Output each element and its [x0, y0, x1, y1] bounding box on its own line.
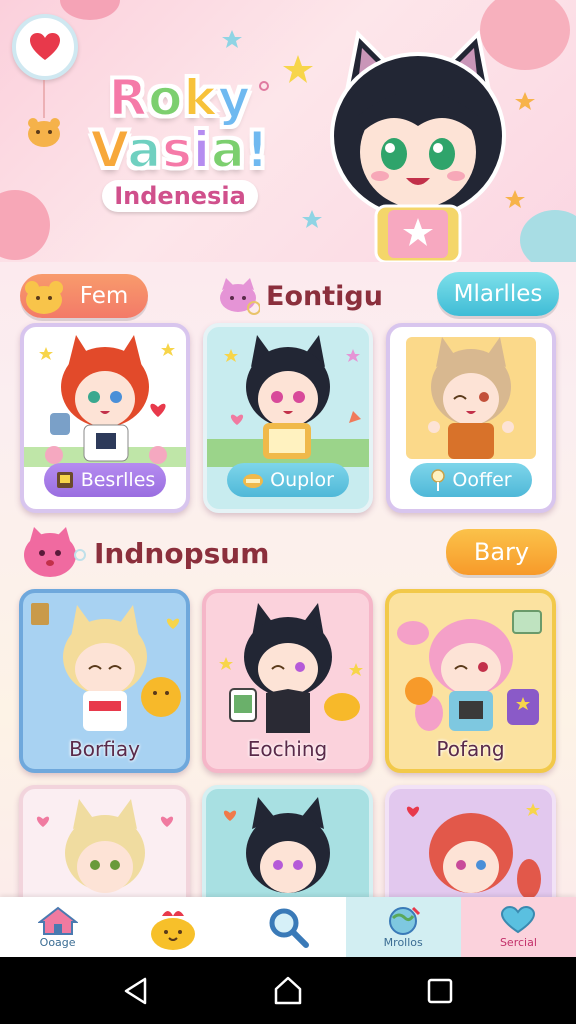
- card-2-tag: Ouplor: [227, 463, 349, 497]
- header-banner: Roky Vasia! Indenesia: [0, 0, 576, 262]
- section1-title-text: Eontigu: [266, 280, 383, 312]
- nav-search[interactable]: [230, 897, 345, 957]
- globe-icon: [389, 906, 421, 935]
- home-outline-icon: [274, 976, 302, 1004]
- gift-icon: [150, 911, 195, 950]
- character-illustration: [397, 610, 542, 731]
- favorites-button[interactable]: [12, 14, 78, 80]
- nav-home[interactable]: Ooage: [0, 897, 115, 957]
- nav-gift[interactable]: [115, 897, 230, 957]
- section2-title: Indnopsum: [22, 525, 269, 581]
- nav-social[interactable]: Sercial: [460, 897, 576, 957]
- character-illustration: [24, 335, 186, 467]
- fem-filter-button[interactable]: Fem: [20, 274, 148, 318]
- fem-filter-label: Fem: [79, 283, 129, 309]
- home-icon: [37, 906, 78, 935]
- back-button[interactable]: [111, 966, 161, 1016]
- character-illustration: [207, 335, 369, 467]
- character-tile-5[interactable]: [202, 785, 373, 915]
- mascot-character: [330, 29, 506, 262]
- character-card-3[interactable]: Ooffer: [386, 323, 556, 513]
- heart-chat-icon: [501, 905, 536, 933]
- system-navigation-bar: [0, 957, 576, 1024]
- character-tile-2[interactable]: Eoching: [202, 589, 373, 773]
- character-tile-6[interactable]: [385, 785, 556, 915]
- recents-button[interactable]: [415, 966, 465, 1016]
- character-tile-1[interactable]: Borfiay: [19, 589, 190, 773]
- nav-worlds-label: Mrollos: [383, 935, 423, 949]
- book-icon: [56, 472, 73, 488]
- character-illustration: [406, 337, 536, 459]
- card-1-tag: Besrlles: [44, 463, 166, 497]
- app-logo: Roky Vasia! Indenesia: [70, 69, 290, 212]
- logo-title-line2: Vasia!: [89, 121, 270, 179]
- section2-title-text: Indnopsum: [94, 536, 270, 570]
- nav-home-label: Ooage: [39, 935, 76, 949]
- bary-button[interactable]: Bary: [446, 529, 557, 575]
- character-tile-3[interactable]: Pofang: [385, 589, 556, 773]
- card-1-tag-label: Besrlles: [80, 469, 156, 491]
- character-illustration: [219, 603, 363, 733]
- square-icon: [427, 978, 453, 1003]
- lollipop-icon: [431, 469, 446, 491]
- card-2-tag-label: Ouplor: [270, 469, 334, 491]
- bear-face-icon: [25, 281, 63, 314]
- logo-subtitle: Indenesia: [102, 180, 258, 212]
- tile-2-label: Eoching: [247, 737, 328, 761]
- nav-worlds[interactable]: Mrollos: [345, 897, 461, 957]
- character-illustration: [31, 603, 181, 731]
- bear-charm-icon: [28, 80, 60, 147]
- nav-social-label: Sercial: [499, 935, 537, 949]
- bread-icon: [243, 474, 264, 488]
- mlarlles-label: Mlarlles: [453, 281, 543, 307]
- home-system-button[interactable]: [263, 966, 313, 1016]
- back-triangle-icon: [124, 977, 147, 1004]
- mlarlles-button[interactable]: Mlarlles: [437, 272, 559, 316]
- search-icon: [269, 908, 309, 948]
- heart-icon: [30, 33, 60, 60]
- character-card-1[interactable]: Besrlles: [20, 323, 190, 513]
- tile-3-label: Pofang: [436, 737, 505, 761]
- bary-label: Bary: [473, 538, 530, 566]
- cat-face-icon: [220, 278, 260, 315]
- logo-title-line1: Roky: [108, 69, 252, 127]
- section1-title: Eontigu: [216, 276, 383, 316]
- character-tile-4[interactable]: [19, 785, 190, 915]
- pink-creature-icon: [24, 527, 86, 577]
- tile-1-label: Borfiay: [69, 737, 140, 761]
- card-3-tag-label: Ooffer: [452, 469, 512, 491]
- character-card-2[interactable]: Ouplor: [203, 323, 373, 513]
- card-3-tag: Ooffer: [410, 463, 532, 497]
- bottom-navigation: Ooage Mrollos Sercial: [0, 897, 576, 957]
